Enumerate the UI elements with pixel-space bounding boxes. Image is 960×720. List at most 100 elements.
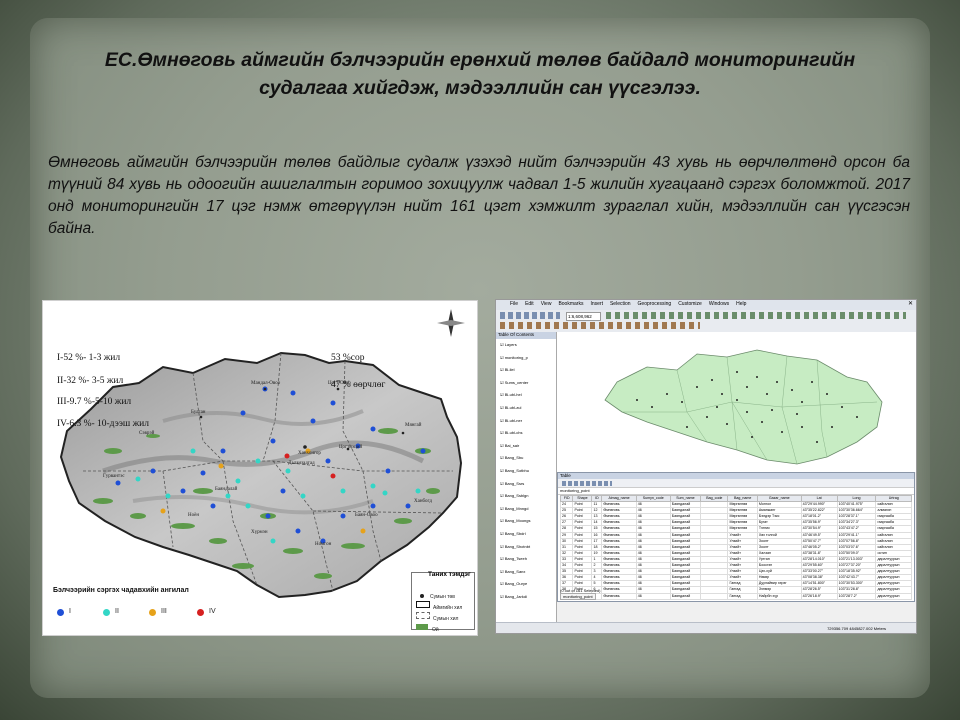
toc-layer[interactable]: ☑ Bang_Jarkdi bbox=[500, 591, 556, 604]
place-name: Булган bbox=[191, 410, 206, 415]
gis-application-window: File Edit View Bookmarks Insert Selection Geop… bbox=[495, 299, 917, 634]
toc-layer[interactable]: ☑ Sums_center bbox=[500, 377, 556, 390]
toc-layer[interactable]: ☑ Bl-ubl-ner bbox=[500, 415, 556, 428]
layer-name: Bang_Ourye bbox=[504, 581, 528, 587]
table-cell: Найрбн хүр bbox=[756, 592, 802, 600]
legend-label: Ой bbox=[432, 627, 439, 633]
summary-undegraded: 53 %сор bbox=[331, 353, 365, 363]
toc-layer[interactable]: ☑ Bl-ubl-zul bbox=[500, 402, 556, 415]
table-layer-tab[interactable]: monitoring_point bbox=[558, 488, 914, 495]
layer-name: Bl-ubl-chs bbox=[504, 430, 523, 436]
menu-item[interactable]: Bookmarks bbox=[558, 301, 583, 307]
table-cell: Өмнөговь bbox=[601, 592, 637, 600]
place-name: Сэврэй bbox=[139, 431, 155, 436]
toc-layer[interactable]: ☑ Bang_Sotbhu bbox=[500, 465, 556, 478]
menu-item[interactable]: Edit bbox=[525, 301, 534, 307]
table-row[interactable]: 37 Point 5 Өмнөговь 46 Баяндалай Гангад Дуулайв… bbox=[559, 580, 912, 588]
layer-name: Bang_Jarkdi bbox=[504, 593, 527, 599]
table-row[interactable]: 34 Point 2 Өмнөговь 46 Баяндалай Улзийт Боосгэн… bbox=[559, 562, 912, 570]
class-i-label: I-52 %- 1-3 жил bbox=[57, 353, 121, 363]
slide-paragraph: Өмнөговь аймгийн бэлчээрийн төлөв байдлы… bbox=[48, 154, 910, 237]
place-name: Гурвантэс bbox=[103, 474, 125, 479]
menu-item[interactable]: Insert bbox=[590, 301, 603, 307]
table-bottom-tab[interactable]: monitoring_point bbox=[560, 593, 596, 600]
map-view[interactable] bbox=[557, 332, 916, 472]
table-row[interactable]: 25 Point 12 Өмнөговь 46 Баяндалай Мөргөлгөө Ама… bbox=[559, 507, 912, 515]
class-ii-swatch bbox=[103, 609, 110, 616]
toc-layer[interactable]: ☑ Bang_Mnngd bbox=[500, 503, 556, 516]
close-icon[interactable]: ✕ bbox=[908, 300, 913, 307]
legend-title: Таних тэмдэг bbox=[428, 571, 471, 578]
menu-item[interactable]: View bbox=[541, 301, 552, 307]
table-row[interactable]: 39Point7Өмнөговь46БаяндалайГангадНайрбн … bbox=[559, 592, 912, 600]
coordinate-readout: 729356.709 4845827.002 Meters bbox=[827, 626, 886, 631]
menu-item[interactable]: Selection bbox=[610, 301, 631, 307]
table-row[interactable]: 30 Point 17 Өмнөговь 46 Баяндалай Улзийт Зоолт 4… bbox=[559, 537, 912, 545]
place-name: Даланзадгад bbox=[288, 461, 315, 466]
table-row[interactable]: 38 Point 6 Өмнөговь 46 Баяндалай Гангад Зэнмэр 4… bbox=[559, 586, 912, 594]
toc-layer[interactable]: ☑ Bl-ilel bbox=[500, 364, 556, 377]
tools-toolbar[interactable] bbox=[606, 312, 906, 319]
table-cell: 103°28'7.2" bbox=[836, 592, 877, 600]
layer-name: Bl-ubl-hel bbox=[504, 392, 522, 398]
toc-layer[interactable]: ☑ Layers bbox=[500, 339, 556, 352]
toc-layer[interactable]: ☑ Bl-ubl-chs bbox=[500, 427, 556, 440]
table-row[interactable]: 32 Point 19 Өмнөговь 46 Баяндалай Улзийт Халзан… bbox=[559, 549, 912, 557]
table-row[interactable]: 35 Point 3 Өмнөговь 46 Баяндалай Улзийт Цэх-хуй… bbox=[559, 568, 912, 576]
map-scale-box[interactable]: 1:6,608,962 bbox=[566, 312, 601, 321]
table-row[interactable]: 29 Point 16 Өмнөговь 46 Баяндалай Улзийт Хөх то… bbox=[559, 531, 912, 539]
menu-item[interactable]: Windows bbox=[709, 301, 729, 307]
table-row[interactable]: 26 Point 13 Өмнөговь 46 Баяндалай Мөргөлгөө Бэл… bbox=[559, 513, 912, 521]
slide-title: ЕС.Өмнөговь аймгийн бэлчээрийн ерөнхий т… bbox=[104, 49, 856, 99]
table-row[interactable]: 24 Point 11 Өмнөговь 46 Баяндалай Мөргөлгөө Мон… bbox=[559, 501, 912, 509]
standard-toolbar[interactable] bbox=[500, 312, 560, 319]
table-row[interactable]: 28 Point 15 Өмнөговь 46 Баяндалай Мөргөлгөө Тэн… bbox=[559, 525, 912, 533]
place-name: Баяндалай bbox=[215, 487, 238, 492]
class-legend-label: II bbox=[115, 608, 119, 615]
class-legend-row: I II III IV bbox=[57, 607, 267, 619]
class-iii-swatch bbox=[149, 609, 156, 616]
table-cell: 46 bbox=[635, 592, 671, 600]
place-name: Номгон bbox=[315, 542, 332, 547]
editor-toolbar[interactable] bbox=[500, 322, 700, 329]
layer-name: Bang_Mnngd bbox=[504, 505, 529, 511]
menu-item[interactable]: File bbox=[510, 301, 518, 307]
toc-layer[interactable]: ☑ Bang_Tseeh bbox=[500, 553, 556, 566]
toc-layer[interactable]: ☑ Bang_Sanx bbox=[500, 566, 556, 579]
toc-layer[interactable]: ☑ Bl-ubl-hel bbox=[500, 389, 556, 402]
table-row[interactable]: 31 Point 18 Өмнөговь 46 Баяндалай Улзийт Зоолт 4… bbox=[559, 543, 912, 551]
layer-name: Bl-ubl-zul bbox=[504, 404, 522, 410]
toc-layer[interactable]: ☑ monitoring_p bbox=[500, 352, 556, 365]
toc-layer[interactable]: ☑ Bang_Ssblgn bbox=[500, 490, 556, 503]
attribute-table-window: Table monitoring_point FID Shape ID Aimag_n… bbox=[557, 472, 915, 602]
table-row[interactable]: 33 Point 1 Өмнөговь 46 Баяндалай Улзийт Уртган 4… bbox=[559, 555, 912, 564]
toc-layer[interactable]: ☑ Bang_Ourye bbox=[500, 578, 556, 591]
toc-layer[interactable]: ☑ Bang_Moongs bbox=[500, 515, 556, 528]
layer-name: Bl-ubl-ner bbox=[504, 417, 523, 423]
toc-layer[interactable]: ☑ Bang_Ssrs bbox=[500, 478, 556, 491]
toc-layer[interactable]: ☑ Bang_Shotnbt bbox=[500, 541, 556, 554]
toolbar-area: 1:6,608,962 bbox=[496, 310, 916, 333]
table-row[interactable]: 36 Point 4 Өмнөговь 46 Баяндалай Улзийт Нөкөр 43… bbox=[559, 574, 912, 582]
layer-name: Layers bbox=[504, 342, 517, 347]
layer-name: Sums_center bbox=[504, 379, 529, 385]
toc-layer[interactable]: ☑ Bai_sair bbox=[500, 440, 556, 453]
menu-item[interactable]: Help bbox=[736, 301, 746, 307]
layer-name: Bang_Sanx bbox=[504, 568, 526, 574]
menu-item[interactable]: Geoprocessing bbox=[638, 301, 672, 307]
class-iii-label: III-9.7 %-5-10 жил bbox=[57, 397, 132, 407]
class-i-swatch bbox=[57, 609, 64, 616]
place-name: Ноён bbox=[188, 513, 200, 518]
table-row[interactable]: 27 Point 14 Өмнөговь 46 Баяндалай Мөргөлгөө Буг… bbox=[559, 519, 912, 527]
place-name: Цогтцэций bbox=[339, 445, 363, 450]
layer-name: Bang_Sbu bbox=[504, 455, 524, 461]
north-arrow bbox=[437, 309, 465, 337]
layer-name: Bai_sair bbox=[504, 442, 520, 448]
layer-name: Bl-ilel bbox=[504, 367, 515, 373]
toc-title: Table Of Contents bbox=[496, 332, 556, 339]
table-toolbar[interactable] bbox=[558, 479, 914, 488]
menu-item[interactable]: Customize bbox=[678, 301, 702, 307]
toc-layer[interactable]: ☑ Bang_Sbu bbox=[500, 452, 556, 465]
toc-layer[interactable]: ☑ Bang_Sbdrl bbox=[500, 528, 556, 541]
attribute-table: FID Shape ID Aimag_name Sumyn_code Sum_name Ba… bbox=[559, 494, 912, 600]
